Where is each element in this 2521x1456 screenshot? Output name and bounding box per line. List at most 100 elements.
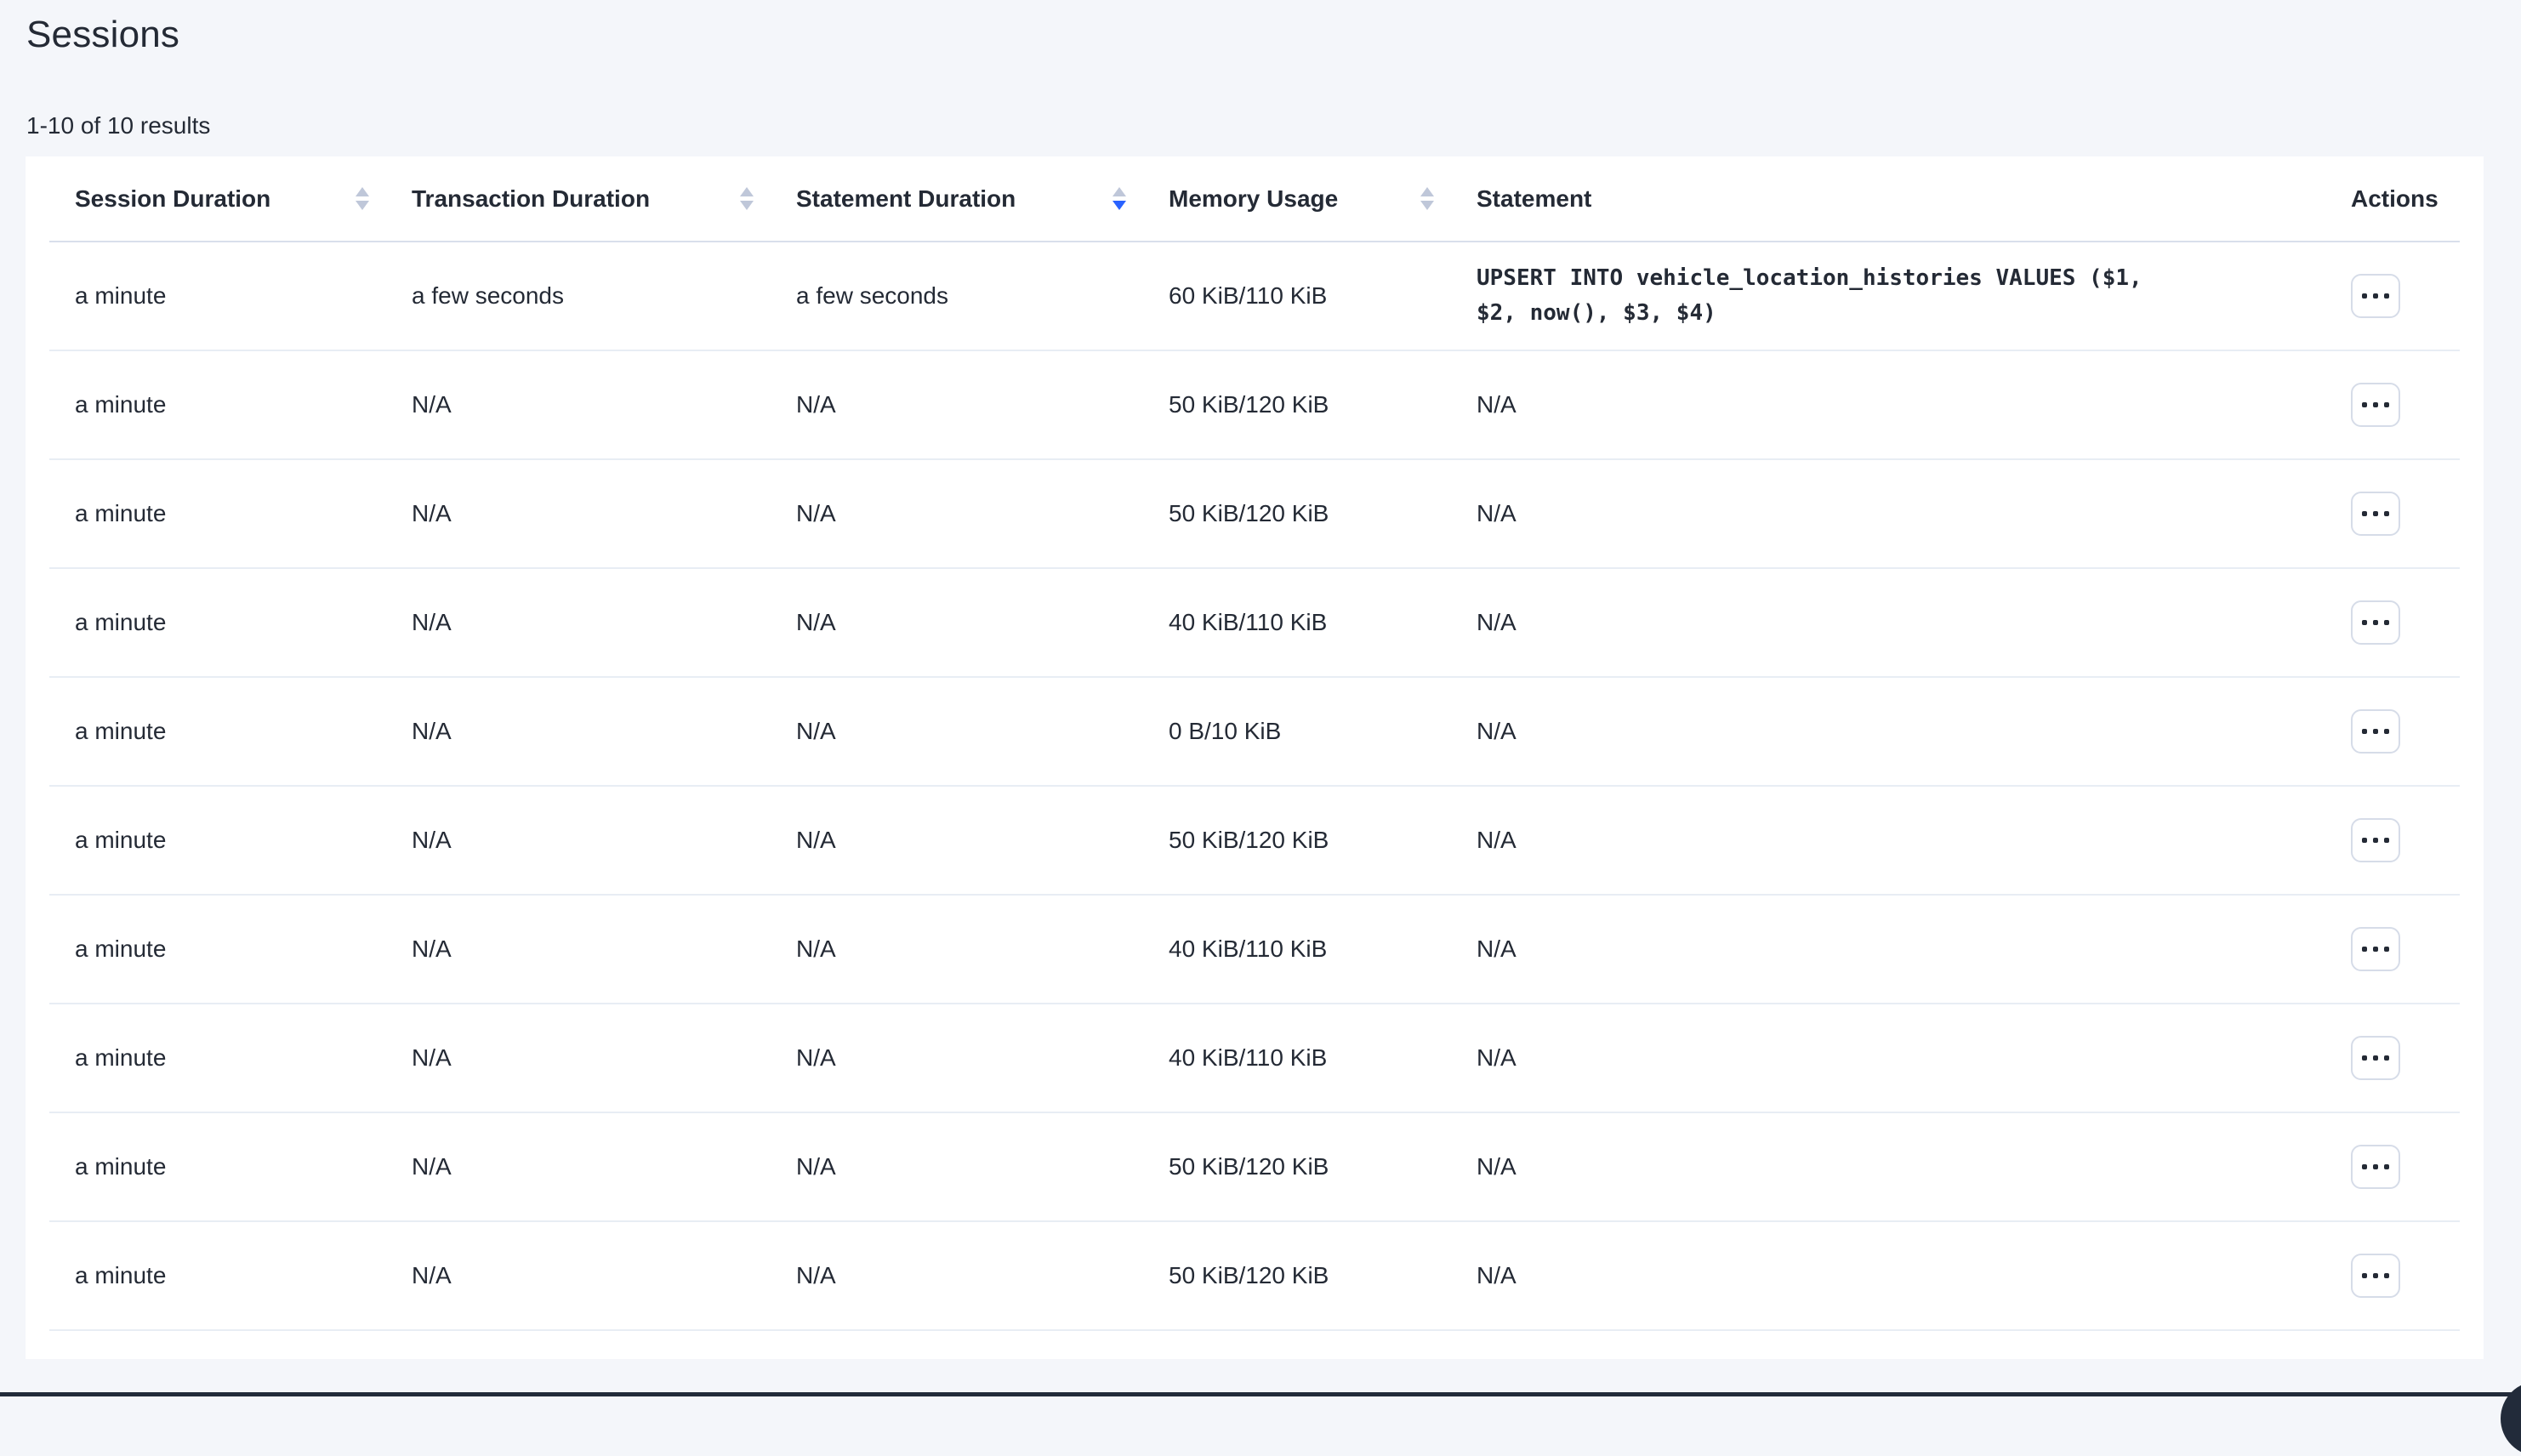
row-actions-button[interactable] [2351, 1036, 2400, 1080]
row-actions-button[interactable] [2351, 492, 2400, 536]
ellipsis-icon [2362, 511, 2389, 516]
cell-statement: N/A [1451, 568, 2325, 677]
row-actions-button[interactable] [2351, 600, 2400, 645]
cell-session_duration: a minute [49, 1004, 386, 1112]
table-row: a minuteN/AN/A50 KiB/120 KiBN/A [49, 1221, 2460, 1330]
cell-statement: N/A [1451, 895, 2325, 1004]
cell-session_duration: a minute [49, 568, 386, 677]
cell-statement_duration: N/A [771, 350, 1143, 459]
column-header-statement_duration[interactable]: Statement Duration [771, 156, 1143, 242]
ellipsis-icon [2362, 1055, 2389, 1061]
cell-actions [2325, 1004, 2460, 1112]
column-label-session_duration: Session Duration [75, 185, 270, 213]
cell-transaction_duration: N/A [386, 895, 771, 1004]
statement-na-text: N/A [1477, 391, 2308, 418]
sessions-table-card: Session Duration Transaction Duration Stat… [26, 156, 2484, 1359]
statement-na-text: N/A [1477, 1262, 2308, 1289]
cell-statement: N/A [1451, 350, 2325, 459]
sql-statement-text: UPSERT INTO vehicle_location_histories V… [1477, 261, 2169, 331]
table-row: a minuteN/AN/A40 KiB/110 KiBN/A [49, 1004, 2460, 1112]
column-header-session_duration[interactable]: Session Duration [49, 156, 386, 242]
column-header-memory_usage[interactable]: Memory Usage [1143, 156, 1451, 242]
cell-actions [2325, 568, 2460, 677]
cell-session_duration: a minute [49, 459, 386, 568]
table-row: a minuteN/AN/A50 KiB/120 KiBN/A [49, 350, 2460, 459]
cell-session_duration: a minute [49, 1221, 386, 1330]
cell-statement: N/A [1451, 1221, 2325, 1330]
table-row: a minuteN/AN/A50 KiB/120 KiBN/A [49, 786, 2460, 895]
cell-statement: N/A [1451, 677, 2325, 786]
sort-arrows-icon[interactable] [356, 187, 369, 210]
cell-statement_duration: a few seconds [771, 242, 1143, 350]
cell-actions [2325, 1221, 2460, 1330]
row-actions-button[interactable] [2351, 383, 2400, 427]
cell-transaction_duration: N/A [386, 1004, 771, 1112]
column-header-transaction_duration[interactable]: Transaction Duration [386, 156, 771, 242]
cell-statement: N/A [1451, 1004, 2325, 1112]
cell-session_duration: a minute [49, 242, 386, 350]
sort-arrows-icon[interactable] [1113, 187, 1126, 210]
statement-na-text: N/A [1477, 827, 2308, 854]
cell-transaction_duration: N/A [386, 568, 771, 677]
table-row: a minuteN/AN/A50 KiB/120 KiBN/A [49, 1112, 2460, 1221]
cell-statement_duration: N/A [771, 568, 1143, 677]
table-row: a minuteN/AN/A40 KiB/110 KiBN/A [49, 895, 2460, 1004]
cell-actions [2325, 242, 2460, 350]
ellipsis-icon [2362, 620, 2389, 625]
ellipsis-icon [2362, 293, 2389, 299]
ellipsis-icon [2362, 402, 2389, 407]
cell-session_duration: a minute [49, 895, 386, 1004]
column-label-statement_duration: Statement Duration [796, 185, 1016, 213]
cell-memory_usage: 40 KiB/110 KiB [1143, 1004, 1451, 1112]
row-actions-button[interactable] [2351, 927, 2400, 971]
row-actions-button[interactable] [2351, 274, 2400, 318]
cell-statement_duration: N/A [771, 1004, 1143, 1112]
page-title: Sessions [0, 0, 2521, 56]
cell-statement_duration: N/A [771, 459, 1143, 568]
statement-na-text: N/A [1477, 718, 2308, 745]
column-label-transaction_duration: Transaction Duration [412, 185, 650, 213]
cell-actions [2325, 677, 2460, 786]
table-row: a minuteN/AN/A50 KiB/120 KiBN/A [49, 459, 2460, 568]
cell-statement_duration: N/A [771, 1112, 1143, 1221]
column-header-statement: Statement [1451, 156, 2325, 242]
cell-statement_duration: N/A [771, 677, 1143, 786]
ellipsis-icon [2362, 1164, 2389, 1169]
column-label-memory_usage: Memory Usage [1169, 185, 1338, 213]
cell-statement_duration: N/A [771, 895, 1143, 1004]
results-summary: 1-10 of 10 results [26, 112, 2521, 139]
sessions-table-body: a minutea few secondsa few seconds60 KiB… [49, 242, 2460, 1330]
cell-memory_usage: 50 KiB/120 KiB [1143, 459, 1451, 568]
cell-memory_usage: 50 KiB/120 KiB [1143, 1221, 1451, 1330]
cell-session_duration: a minute [49, 1112, 386, 1221]
statement-na-text: N/A [1477, 609, 2308, 636]
cell-memory_usage: 40 KiB/110 KiB [1143, 568, 1451, 677]
row-actions-button[interactable] [2351, 818, 2400, 862]
sort-arrows-icon[interactable] [1420, 187, 1434, 210]
table-row: a minutea few secondsa few seconds60 KiB… [49, 242, 2460, 350]
row-actions-button[interactable] [2351, 1254, 2400, 1298]
statement-na-text: N/A [1477, 500, 2308, 527]
cell-actions [2325, 895, 2460, 1004]
cell-session_duration: a minute [49, 350, 386, 459]
cell-actions [2325, 350, 2460, 459]
cell-statement_duration: N/A [771, 1221, 1143, 1330]
statement-na-text: N/A [1477, 1044, 2308, 1072]
row-actions-button[interactable] [2351, 1145, 2400, 1189]
cell-memory_usage: 60 KiB/110 KiB [1143, 242, 1451, 350]
statement-na-text: N/A [1477, 1153, 2308, 1180]
row-actions-button[interactable] [2351, 709, 2400, 754]
cell-memory_usage: 50 KiB/120 KiB [1143, 786, 1451, 895]
sessions-table: Session Duration Transaction Duration Stat… [49, 156, 2460, 1331]
cell-transaction_duration: N/A [386, 677, 771, 786]
cell-actions [2325, 459, 2460, 568]
statement-na-text: N/A [1477, 936, 2308, 963]
cell-transaction_duration: N/A [386, 786, 771, 895]
sort-arrows-icon[interactable] [740, 187, 754, 210]
cell-statement: N/A [1451, 1112, 2325, 1221]
cell-transaction_duration: N/A [386, 1112, 771, 1221]
table-header-row: Session Duration Transaction Duration Stat… [49, 156, 2460, 242]
ellipsis-icon [2362, 729, 2389, 734]
table-row: a minuteN/AN/A40 KiB/110 KiBN/A [49, 568, 2460, 677]
column-label-actions: Actions [2351, 185, 2438, 213]
